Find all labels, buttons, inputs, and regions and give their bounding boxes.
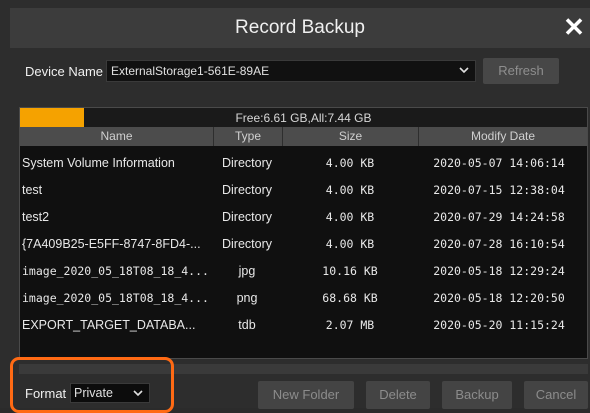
cell-date: 2020-05-20 11:15:24 <box>433 318 565 332</box>
device-name-label: Device Name <box>25 64 104 79</box>
table-row[interactable]: EXPORT_TARGET_DATABA... tdb 2.07 MB 2020… <box>20 312 587 339</box>
cell-size: 4.00 KB <box>325 237 375 251</box>
cell-name: image_2020_05_18T08_18_4... <box>22 291 209 305</box>
cell-name: test2 <box>22 210 50 224</box>
cell-name: EXPORT_TARGET_DATABA... <box>22 318 196 332</box>
cell-name: {7A409B25-E5FF-8747-8FD4-... <box>22 237 201 251</box>
file-table: Free:6.61 GB,All:7.44 GB Name Type Size … <box>19 107 588 359</box>
title-bar: Record Backup ✕ <box>10 8 590 48</box>
cell-size: 4.00 KB <box>325 156 375 170</box>
cell-type: png <box>236 291 258 305</box>
cancel-button[interactable]: Cancel <box>524 381 588 409</box>
cell-size: 4.00 KB <box>325 183 375 197</box>
cell-date: 2020-07-28 16:10:54 <box>433 237 565 251</box>
cell-type: jpg <box>238 264 256 278</box>
cell-date: 2020-05-18 12:20:50 <box>433 291 565 305</box>
refresh-button[interactable]: Refresh <box>483 58 559 84</box>
table-header: Name Type Size Modify Date <box>20 127 587 146</box>
table-row[interactable]: {7A409B25-E5FF-8747-8FD4-... Directory 4… <box>20 231 587 258</box>
table-row[interactable]: image_2020_05_18T08_18_4... jpg 10.16 KB… <box>20 258 587 285</box>
cell-name: image_2020_05_18T08_18_4... <box>22 264 209 278</box>
cell-type: Directory <box>221 210 272 224</box>
cell-name: System Volume Information <box>22 156 175 170</box>
backup-button[interactable]: Backup <box>442 381 512 409</box>
column-header-name[interactable]: Name <box>20 129 213 143</box>
cell-size: 10.16 KB <box>322 264 378 278</box>
chevron-down-icon <box>133 390 143 397</box>
cell-date: 2020-07-15 12:38:04 <box>433 183 565 197</box>
cell-size: 4.00 KB <box>325 210 375 224</box>
cell-type: Directory <box>221 183 272 197</box>
device-name-select[interactable]: ExternalStorage1-561E-89AE <box>106 60 476 82</box>
format-label: Format <box>25 386 67 401</box>
cell-date: 2020-07-29 14:24:58 <box>433 210 565 224</box>
cell-type: tdb <box>238 318 256 332</box>
cell-date: 2020-05-07 14:06:14 <box>433 156 565 170</box>
cell-size: 2.07 MB <box>325 318 375 332</box>
cell-date: 2020-05-18 12:29:24 <box>433 264 565 278</box>
storage-text: Free:6.61 GB,All:7.44 GB <box>235 111 372 125</box>
cell-type: Directory <box>221 237 272 251</box>
storage-usage-bar: Free:6.61 GB,All:7.44 GB <box>20 108 587 127</box>
cell-type: Directory <box>221 156 272 170</box>
close-icon[interactable]: ✕ <box>560 12 588 42</box>
table-row[interactable]: System Volume Information Directory 4.00… <box>20 150 587 177</box>
column-header-size[interactable]: Size <box>283 129 418 143</box>
table-row[interactable]: image_2020_05_18T08_18_4... png 68.68 KB… <box>20 285 587 312</box>
dialog-title: Record Backup <box>235 17 365 38</box>
record-backup-dialog: Record Backup ✕ Device Name ExternalStor… <box>0 0 590 413</box>
table-row[interactable]: test2 Directory 4.00 KB 2020-07-29 14:24… <box>20 204 587 231</box>
cell-size: 68.68 KB <box>322 291 378 305</box>
new-folder-button[interactable]: New Folder <box>258 381 354 409</box>
table-row[interactable]: test Directory 4.00 KB 2020-07-15 12:38:… <box>20 177 587 204</box>
column-header-modify-date[interactable]: Modify Date <box>419 129 587 143</box>
cell-name: test <box>22 183 43 197</box>
delete-button[interactable]: Delete <box>366 381 430 409</box>
chevron-down-icon <box>459 67 469 74</box>
table-rows: System Volume Information Directory 4.00… <box>20 150 587 339</box>
column-header-type[interactable]: Type <box>214 129 282 143</box>
format-value: Private <box>74 386 113 400</box>
format-select[interactable]: Private <box>70 383 150 403</box>
device-name-value: ExternalStorage1-561E-89AE <box>111 64 270 78</box>
